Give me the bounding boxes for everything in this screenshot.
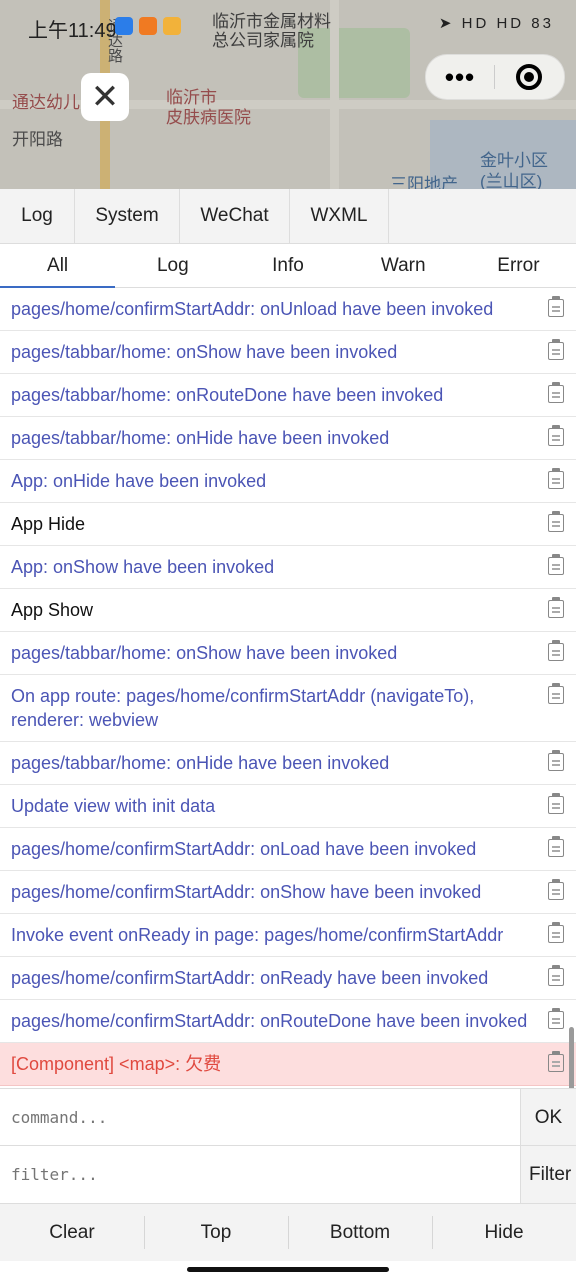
ok-button[interactable]: OK <box>520 1089 576 1146</box>
filter-row: Filter <box>0 1145 576 1203</box>
log-list[interactable]: pages/home/confirmStartAddr: onUnload ha… <box>0 288 576 1088</box>
log-text: pages/tabbar/home: onShow have been invo… <box>11 342 398 362</box>
copy-icon[interactable] <box>548 1051 564 1072</box>
tab-log[interactable]: Log <box>0 189 75 243</box>
copy-icon[interactable] <box>548 597 564 618</box>
copy-icon[interactable] <box>548 511 564 532</box>
log-text: On app route: pages/home/confirmStartAdd… <box>11 686 475 730</box>
log-row: pages/tabbar/home: onHide have been invo… <box>0 742 576 785</box>
log-text: pages/home/confirmStartAddr: onRouteDone… <box>11 1011 528 1031</box>
log-row: Update view with init data <box>0 785 576 828</box>
log-text: pages/home/confirmStartAddr: onUnload ha… <box>11 299 494 319</box>
copy-icon[interactable] <box>548 296 564 317</box>
copy-icon[interactable] <box>548 965 564 986</box>
log-text: pages/tabbar/home: onRouteDone have been… <box>11 385 444 405</box>
more-button[interactable]: ••• <box>426 64 494 90</box>
copy-icon[interactable] <box>548 425 564 446</box>
log-text: pages/tabbar/home: onShow have been invo… <box>11 643 398 663</box>
log-row: pages/tabbar/home: onShow have been invo… <box>0 331 576 374</box>
status-app-icons <box>115 17 187 35</box>
copy-icon[interactable] <box>548 683 564 704</box>
close-button[interactable]: ✕ <box>81 73 129 121</box>
top-tab-bar: Log System WeChat WXML <box>0 189 576 244</box>
copy-icon[interactable] <box>548 1008 564 1029</box>
tab-system[interactable]: System <box>75 189 180 243</box>
log-text: pages/tabbar/home: onHide have been invo… <box>11 428 390 448</box>
app-notification-icon <box>139 17 157 35</box>
bottom-button[interactable]: Bottom <box>288 1204 432 1261</box>
command-row: OK <box>0 1088 576 1146</box>
log-row: pages/home/confirmStartAddr: onUnload ha… <box>0 288 576 331</box>
log-row: On app route: pages/home/confirmStartAdd… <box>0 675 576 742</box>
log-row: pages/tabbar/home: onRouteDone have been… <box>0 374 576 417</box>
copy-icon[interactable] <box>548 640 564 661</box>
sub-tab-bar: All Log Info Warn Error <box>0 244 576 288</box>
command-input[interactable] <box>0 1089 520 1146</box>
log-row: Invoke event onReady in page: pages/home… <box>0 914 576 957</box>
log-row: pages/home/confirmStartAddr: onShow have… <box>0 871 576 914</box>
copy-icon[interactable] <box>548 793 564 814</box>
subtab-log[interactable]: Log <box>115 244 230 287</box>
log-text: App Show <box>11 600 94 620</box>
copy-icon[interactable] <box>548 922 564 943</box>
log-text: App Hide <box>11 514 86 534</box>
copy-icon[interactable] <box>548 879 564 900</box>
target-icon <box>516 64 542 90</box>
subtab-all[interactable]: All <box>0 244 116 288</box>
log-row: pages/home/confirmStartAddr: onLoad have… <box>0 828 576 871</box>
log-text: [Component] <map>: 欠费 <box>11 1054 222 1074</box>
log-text: Invoke event onReady in page: pages/home… <box>11 925 504 945</box>
filter-input[interactable] <box>0 1146 520 1203</box>
tab-wechat[interactable]: WeChat <box>180 189 290 243</box>
subtab-info[interactable]: Info <box>230 244 345 287</box>
log-row: App: onHide have been invoked <box>0 460 576 503</box>
home-indicator <box>187 1267 389 1272</box>
copy-icon[interactable] <box>548 836 564 857</box>
status-indicators: ➤ HD HD 83 <box>439 14 554 32</box>
log-text: App: onShow have been invoked <box>11 557 275 577</box>
miniprogram-capsule: ••• <box>425 54 565 100</box>
copy-icon[interactable] <box>548 554 564 575</box>
log-text: pages/home/confirmStartAddr: onShow have… <box>11 882 482 902</box>
subtab-error[interactable]: Error <box>461 244 576 287</box>
copy-icon[interactable] <box>548 750 564 771</box>
log-row: pages/tabbar/home: onHide have been invo… <box>0 417 576 460</box>
status-time: 上午11:49 <box>28 20 117 42</box>
signal-battery-icons: HD HD 83 <box>461 15 554 32</box>
log-row: App Hide <box>0 503 576 546</box>
copy-icon[interactable] <box>548 339 564 360</box>
copy-icon[interactable] <box>548 468 564 489</box>
top-button[interactable]: Top <box>144 1204 288 1261</box>
log-row: pages/home/confirmStartAddr: onRouteDone… <box>0 1000 576 1043</box>
log-text: pages/tabbar/home: onHide have been invo… <box>11 753 390 773</box>
app-notification-icon <box>115 17 133 35</box>
log-row: App: onShow have been invoked <box>0 546 576 589</box>
location-icon: ➤ <box>438 15 455 32</box>
log-row: pages/tabbar/home: onShow have been invo… <box>0 632 576 675</box>
log-row: App Show <box>0 589 576 632</box>
hide-button[interactable]: Hide <box>432 1204 576 1261</box>
log-text: Update view with init data <box>11 796 216 816</box>
vconsole-panel: Log System WeChat WXML All Log Info Warn… <box>0 189 576 1280</box>
close-icon: ✕ <box>90 78 120 116</box>
filter-button[interactable]: Filter <box>520 1146 576 1203</box>
subtab-warn[interactable]: Warn <box>346 244 461 287</box>
exit-button[interactable] <box>495 64 563 90</box>
log-row: pages/home/confirmStartAddr: onReady hav… <box>0 957 576 1000</box>
log-text: pages/home/confirmStartAddr: onLoad have… <box>11 839 477 859</box>
log-text: pages/home/confirmStartAddr: onReady hav… <box>11 968 489 988</box>
copy-icon[interactable] <box>548 382 564 403</box>
app-notification-icon <box>163 17 181 35</box>
action-bar: Clear Top Bottom Hide <box>0 1203 576 1261</box>
log-row: [Component] <map>: 欠费 <box>0 1043 576 1086</box>
tab-wxml[interactable]: WXML <box>290 189 389 243</box>
log-text: App: onHide have been invoked <box>11 471 267 491</box>
clear-button[interactable]: Clear <box>0 1204 144 1261</box>
